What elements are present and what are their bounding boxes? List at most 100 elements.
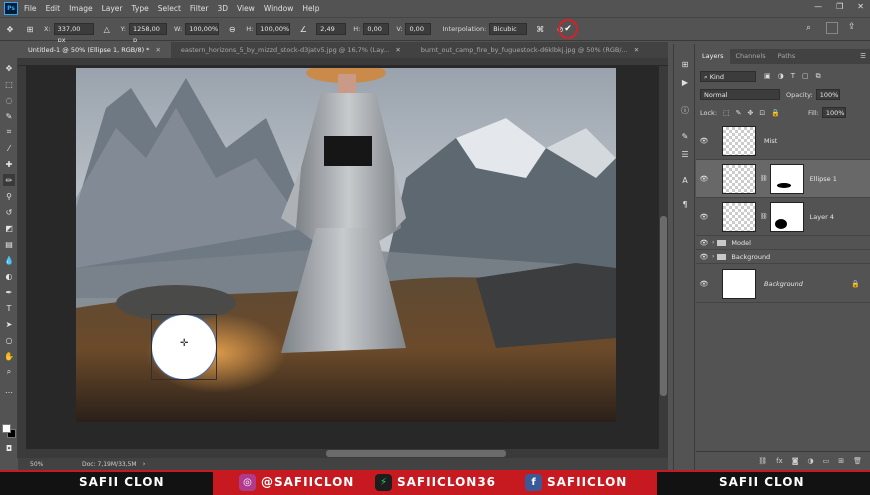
tab-paths[interactable]: Paths: [772, 49, 802, 64]
pen-tool-icon[interactable]: ✒: [3, 286, 15, 298]
menu-type[interactable]: Type: [132, 4, 149, 13]
more-tools-icon[interactable]: …: [3, 384, 15, 396]
layer-row-layer-4[interactable]: 👁 ⛓ Layer 4: [696, 198, 870, 236]
kind-filter-select[interactable]: ⌕ Kind: [700, 71, 756, 82]
visibility-eye-icon[interactable]: 👁: [696, 239, 712, 247]
menu-filter[interactable]: Filter: [190, 4, 209, 13]
layer-name[interactable]: Background: [764, 280, 803, 288]
lasso-tool-icon[interactable]: ◌: [3, 94, 15, 106]
new-adjustment-icon[interactable]: ◑: [808, 457, 814, 465]
expand-chevron-icon[interactable]: ›: [712, 253, 714, 260]
actions-panel-icon[interactable]: ▶: [679, 76, 691, 88]
blur-tool-icon[interactable]: 💧: [3, 254, 15, 266]
hand-tool-icon[interactable]: ✋: [3, 350, 15, 362]
lock-position-icon[interactable]: ✥: [748, 109, 754, 117]
menu-help[interactable]: Help: [302, 4, 319, 13]
tab-untitled-1[interactable]: Untitled-1 @ 50% (Ellipse 1, RGB/8) * ✕: [18, 42, 171, 58]
horizontal-scrollbar[interactable]: [26, 449, 659, 458]
type-filter-icon[interactable]: T: [791, 72, 795, 81]
h-skew-input[interactable]: 0,00: [363, 23, 390, 35]
search-icon[interactable]: ⌕: [806, 23, 811, 33]
adjustments-panel-icon[interactable]: ☰: [679, 148, 691, 160]
crop-tool-icon[interactable]: ⌗: [3, 126, 15, 138]
history-panel-icon[interactable]: ⊞: [679, 58, 691, 70]
lock-transparent-icon[interactable]: ⬚: [723, 109, 730, 117]
layer-name[interactable]: Ellipse 1: [810, 175, 837, 183]
visibility-eye-icon[interactable]: 👁: [696, 175, 712, 183]
layer-name[interactable]: Layer 4: [810, 213, 834, 221]
lock-pixels-icon[interactable]: ✎: [736, 109, 742, 117]
group-row-background[interactable]: 👁 › Background: [696, 250, 870, 264]
tab-channels[interactable]: Channels: [730, 49, 772, 64]
interpolation-select[interactable]: Bicubic: [489, 23, 528, 35]
visibility-eye-icon[interactable]: 👁: [696, 213, 712, 221]
tab-burnt-out-camp-fire[interactable]: burnt_out_camp_fire_by_fuguestock-d6klbk…: [411, 42, 649, 58]
history-brush-tool-icon[interactable]: ↺: [3, 206, 15, 218]
move-tool-icon[interactable]: ✥: [3, 62, 15, 74]
x-input[interactable]: 337,00 px: [53, 23, 94, 44]
delete-layer-icon[interactable]: 🗑: [853, 457, 862, 465]
menu-3d[interactable]: 3D: [217, 4, 228, 13]
tab-eastern-horizons[interactable]: eastern_horizons_5_by_mizzd_stock-d3jatv…: [171, 42, 411, 58]
transform-center-icon[interactable]: ✛: [180, 338, 188, 349]
blend-mode-select[interactable]: Normal: [700, 89, 780, 100]
link-icon[interactable]: ⊖: [226, 23, 238, 35]
group-row-model[interactable]: 👁 › Model: [696, 236, 870, 250]
character-panel-icon[interactable]: A: [679, 174, 691, 186]
clone-stamp-tool-icon[interactable]: ⚲: [3, 190, 15, 202]
marquee-tool-icon[interactable]: ⬚: [3, 78, 15, 90]
share-icon[interactable]: ⇪: [848, 22, 856, 32]
info-panel-icon[interactable]: ⓘ: [679, 104, 691, 116]
v-skew-input[interactable]: 0,00: [405, 23, 432, 35]
status-menu-icon[interactable]: ›: [143, 460, 146, 468]
zoom-level[interactable]: 50%: [30, 461, 70, 468]
menu-image[interactable]: Image: [69, 4, 93, 13]
dodge-tool-icon[interactable]: ◐: [3, 270, 15, 282]
maximize-icon[interactable]: ❐: [836, 2, 843, 11]
adjustment-filter-icon[interactable]: ◑: [778, 72, 784, 81]
zoom-tool-icon[interactable]: ⌕: [3, 366, 15, 378]
relative-position-icon[interactable]: △: [101, 23, 113, 35]
visibility-eye-icon[interactable]: 👁: [696, 137, 712, 145]
group-name[interactable]: Background: [731, 253, 770, 261]
scroll-thumb[interactable]: [326, 450, 506, 457]
width-input[interactable]: 100,00%: [185, 23, 220, 35]
layer-name[interactable]: Mist: [764, 137, 777, 145]
menu-window[interactable]: Window: [264, 4, 294, 13]
link-layers-icon[interactable]: ⛓: [758, 457, 767, 465]
menu-select[interactable]: Select: [158, 4, 181, 13]
tab-close-icon[interactable]: ✕: [395, 46, 400, 54]
menu-view[interactable]: View: [237, 4, 255, 13]
lock-artboard-icon[interactable]: ⊡: [759, 109, 765, 117]
foreground-color-swatch[interactable]: [2, 424, 11, 433]
expand-chevron-icon[interactable]: ›: [712, 239, 714, 246]
layer-mask-thumbnail[interactable]: [769, 201, 804, 232]
shape-filter-icon[interactable]: ▢: [802, 72, 809, 81]
smart-object-filter-icon[interactable]: ⧉: [816, 72, 821, 81]
pixel-filter-icon[interactable]: ▣: [764, 72, 771, 81]
quick-select-tool-icon[interactable]: ✎: [3, 110, 15, 122]
add-mask-icon[interactable]: ◙: [792, 457, 799, 465]
commit-transform-button[interactable]: ✔: [558, 19, 578, 39]
reference-point-icon[interactable]: ⊞: [24, 23, 36, 35]
type-tool-icon[interactable]: T: [3, 302, 15, 314]
menu-edit[interactable]: Edit: [46, 4, 61, 13]
tab-close-icon[interactable]: ✕: [634, 46, 639, 54]
layer-style-icon[interactable]: fx: [776, 457, 783, 465]
new-layer-icon[interactable]: ⊞: [838, 457, 844, 465]
opacity-input[interactable]: 100%: [815, 89, 840, 100]
layer-row-background[interactable]: 👁 Background 🔒: [696, 265, 870, 303]
healing-brush-tool-icon[interactable]: ✚: [3, 158, 15, 170]
vertical-scrollbar[interactable]: [659, 66, 668, 458]
new-group-icon[interactable]: ▭: [823, 457, 830, 465]
minimize-icon[interactable]: —: [814, 2, 822, 11]
transform-move-icon[interactable]: ✥: [4, 23, 16, 35]
close-icon[interactable]: ✕: [857, 2, 864, 11]
mask-link-icon[interactable]: ⛓: [760, 213, 768, 220]
scroll-thumb[interactable]: [660, 216, 667, 396]
lock-all-icon[interactable]: 🔒: [771, 109, 780, 117]
layer-row-ellipse-1[interactable]: 👁 ⛓ Ellipse 1: [696, 160, 870, 198]
eyedropper-tool-icon[interactable]: ⁄: [3, 142, 15, 154]
mask-link-icon[interactable]: ⛓: [760, 175, 768, 182]
visibility-eye-icon[interactable]: 👁: [696, 280, 712, 288]
